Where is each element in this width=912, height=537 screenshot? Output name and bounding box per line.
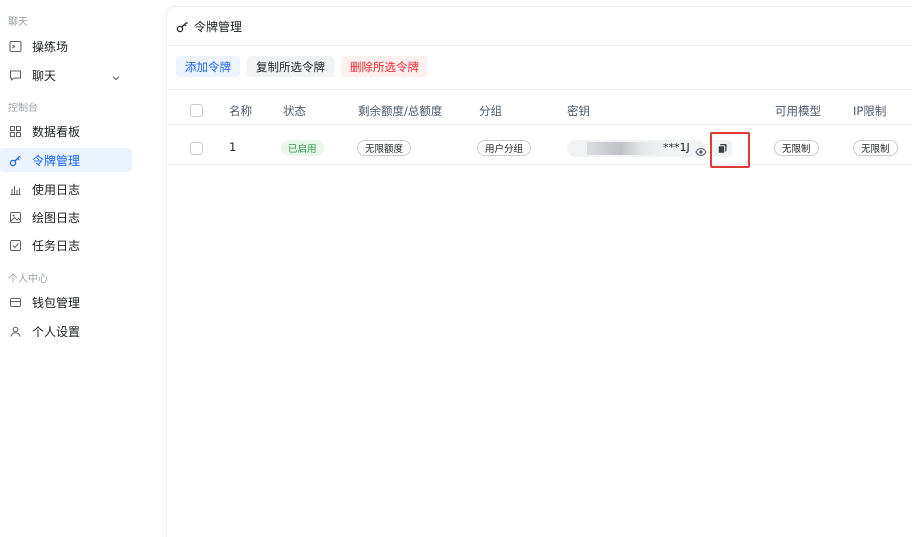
sidebar-item-usage-log[interactable]: 使用日志 [0, 177, 132, 201]
terminal-icon [8, 39, 22, 53]
column-header-models[interactable]: 可用模型 [775, 103, 821, 119]
sidebar-item-label: 个人设置 [32, 324, 81, 339]
divider [167, 89, 912, 90]
row-checkbox[interactable] [190, 142, 203, 155]
group-tag: 用户分组 [477, 140, 532, 156]
sidebar-item-label: 钱包管理 [32, 295, 81, 310]
eye-icon[interactable] [695, 143, 707, 157]
sidebar-item-task-log[interactable]: 任务日志 [0, 233, 132, 257]
bar-chart-icon [8, 182, 22, 196]
sidebar-item-chat[interactable]: 聊天 [0, 63, 132, 87]
column-header-name[interactable]: 名称 [229, 103, 252, 119]
sidebar-item-label: 数据看板 [32, 124, 81, 139]
sidebar-item-label: 任务日志 [32, 238, 81, 253]
toolbar: 添加令牌 复制所选令牌 删除所选令牌 [176, 56, 428, 78]
sidebar-item-label: 绘图日志 [32, 210, 81, 225]
api-key-suffix: ***1J [663, 141, 690, 154]
user-icon [8, 324, 22, 338]
api-key-field[interactable]: ***1J [567, 140, 707, 157]
section-label-console: 控制台 [8, 103, 38, 114]
image-icon [8, 210, 22, 224]
column-header-key[interactable]: 密钥 [567, 103, 590, 119]
token-name: 1 [229, 140, 237, 154]
dashboard-grid-icon [8, 124, 22, 138]
quota-tag: 无限额度 [357, 140, 412, 156]
sidebar-item-dashboard[interactable]: 数据看板 [0, 119, 132, 143]
key-icon [176, 19, 190, 33]
key-icon [8, 153, 22, 167]
delete-selected-tokens-button[interactable]: 删除所选令牌 [341, 56, 428, 77]
ip-limit-tag: 无限制 [853, 140, 898, 156]
wallet-icon [8, 295, 22, 309]
key-redaction [587, 142, 663, 155]
column-header-group[interactable]: 分组 [479, 103, 502, 119]
sidebar-item-wallet[interactable]: 钱包管理 [0, 290, 132, 314]
models-tag: 无限制 [774, 140, 819, 156]
column-header-quota[interactable]: 剩余额度/总额度 [358, 103, 442, 119]
status-badge: 已启用 [281, 140, 324, 156]
page-header: 令牌管理 [167, 7, 912, 46]
highlight-box [710, 132, 750, 168]
main-panel: 令牌管理 添加令牌 复制所选令牌 删除所选令牌 名称 状态 剩余额度/总额度 分… [166, 6, 912, 537]
section-label-personal: 个人中心 [8, 274, 48, 285]
sidebar-item-token-management[interactable]: 令牌管理 [0, 148, 132, 172]
sidebar-item-label: 操练场 [32, 39, 69, 54]
section-label-chat: 聊天 [8, 17, 28, 28]
chevron-down-icon[interactable] [110, 69, 122, 81]
add-token-button[interactable]: 添加令牌 [176, 56, 240, 77]
table-row: 1 已启用 无限额度 用户分组 ***1J 无限制 无限制 [167, 131, 912, 168]
sidebar: 聊天 操练场 聊天 控制台 数据看板 令牌管理 使用日志 绘图日志 任务日志 个… [0, 0, 140, 537]
sidebar-item-playground[interactable]: 操练场 [0, 34, 132, 58]
select-all-checkbox[interactable] [190, 104, 203, 117]
column-header-ip-limit[interactable]: IP限制 [853, 103, 886, 119]
sidebar-item-label: 令牌管理 [32, 153, 81, 168]
checkbox-icon [8, 238, 22, 252]
sidebar-item-label: 聊天 [32, 68, 57, 83]
sidebar-item-personal-settings[interactable]: 个人设置 [0, 319, 132, 343]
table-header: 名称 状态 剩余额度/总额度 分组 密钥 可用模型 IP限制 [167, 97, 912, 125]
page-title: 令牌管理 [194, 19, 243, 34]
column-header-status[interactable]: 状态 [283, 103, 306, 119]
copy-selected-tokens-button[interactable]: 复制所选令牌 [247, 56, 334, 77]
sidebar-item-drawing-log[interactable]: 绘图日志 [0, 205, 132, 229]
sidebar-item-label: 使用日志 [32, 182, 81, 197]
chat-bubble-icon [8, 68, 22, 82]
